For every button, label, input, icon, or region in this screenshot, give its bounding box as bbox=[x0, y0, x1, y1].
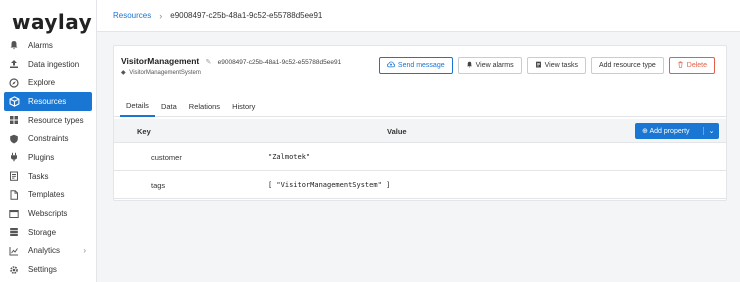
chevron-down-icon[interactable]: ⌄ bbox=[703, 127, 719, 135]
property-value[interactable]: [ "VisitorManagementSystem" ] bbox=[268, 181, 390, 189]
tasks-icon bbox=[535, 61, 542, 70]
grid-icon bbox=[8, 114, 20, 126]
resource-tabs: Details Data Relations History bbox=[114, 95, 726, 117]
add-property-main[interactable]: ⊕ Add property bbox=[635, 127, 703, 135]
sidebar-item-explore[interactable]: Explore bbox=[4, 73, 92, 92]
tab-data[interactable]: Data bbox=[155, 95, 183, 117]
property-value[interactable]: "Zalmotek" bbox=[268, 153, 310, 161]
database-icon bbox=[8, 226, 20, 238]
resource-type-label: VisitorManagementSystem bbox=[129, 70, 201, 76]
breadcrumb-resources-link[interactable]: Resources bbox=[113, 11, 151, 20]
tasks-icon bbox=[8, 170, 20, 182]
sidebar-item-constraints[interactable]: Constraints bbox=[4, 129, 92, 148]
tag-icon: ◆ bbox=[121, 70, 126, 76]
sidebar-item-alarms[interactable]: Alarms bbox=[4, 36, 92, 55]
tab-details[interactable]: Details bbox=[120, 95, 155, 117]
view-alarms-label: View alarms bbox=[475, 62, 514, 69]
property-key: customer bbox=[151, 153, 182, 162]
sidebar-item-settings[interactable]: Settings bbox=[4, 260, 92, 279]
resource-name: VisitorManagement bbox=[121, 56, 200, 66]
chevron-right-icon: › bbox=[159, 10, 163, 21]
chart-icon bbox=[8, 245, 20, 257]
sidebar-item-analytics[interactable]: Analytics › bbox=[4, 242, 92, 261]
sidebar-item-resource-types[interactable]: Resource types bbox=[4, 111, 92, 130]
compass-icon bbox=[8, 77, 20, 89]
resource-header: VisitorManagement ✎ e9008497-c25b-48a1-9… bbox=[121, 56, 342, 76]
sidebar-item-templates[interactable]: Templates bbox=[4, 186, 92, 205]
upload-icon bbox=[8, 58, 20, 70]
sidebar-item-plugins[interactable]: Plugins bbox=[4, 148, 92, 167]
table-row: customer "Zalmotek" bbox=[114, 143, 726, 171]
cloud-upload-icon bbox=[386, 61, 395, 70]
sidebar-nav: Alarms Data ingestion Explore Resources … bbox=[4, 36, 92, 279]
sidebar-item-label: Webscripts bbox=[28, 209, 68, 219]
app-logo[interactable]: waylay bbox=[12, 10, 92, 34]
code-icon bbox=[8, 208, 20, 220]
value-column-header: Value bbox=[387, 127, 407, 136]
view-tasks-button[interactable]: View tasks bbox=[526, 57, 586, 74]
sidebar-item-label: Storage bbox=[28, 227, 57, 237]
sidebar-item-label: Alarms bbox=[28, 40, 53, 50]
send-message-button[interactable]: Send message bbox=[378, 57, 453, 74]
add-resource-type-label: Add resource type bbox=[598, 62, 656, 69]
view-alarms-button[interactable]: View alarms bbox=[457, 57, 522, 74]
sidebar-item-label: Tasks bbox=[28, 171, 49, 181]
sidebar: waylay Alarms Data ingestion Explore Res… bbox=[0, 0, 97, 282]
sidebar-item-label: Analytics bbox=[28, 246, 61, 256]
plus-circle-icon: ⊕ bbox=[642, 128, 648, 135]
view-tasks-label: View tasks bbox=[544, 62, 578, 69]
breadcrumb-current: e9008497-c25b-48a1-9c52-e55788d5ee91 bbox=[170, 11, 323, 20]
bell-icon bbox=[466, 61, 473, 70]
sidebar-item-data-ingestion[interactable]: Data ingestion bbox=[4, 55, 92, 74]
send-message-label: Send message bbox=[397, 62, 445, 69]
breadcrumb: Resources › e9008497-c25b-48a1-9c52-e557… bbox=[97, 0, 740, 32]
key-column-header: Key bbox=[137, 127, 151, 136]
sidebar-item-label: Constraints bbox=[28, 134, 69, 144]
table-row: tags [ "VisitorManagementSystem" ] bbox=[114, 171, 726, 199]
plug-icon bbox=[8, 151, 20, 163]
delete-button[interactable]: Delete bbox=[668, 57, 715, 74]
tab-history[interactable]: History bbox=[226, 95, 261, 117]
property-key: tags bbox=[151, 181, 166, 190]
bell-icon bbox=[8, 39, 20, 51]
delete-label: Delete bbox=[686, 62, 707, 69]
sidebar-item-label: Resources bbox=[28, 96, 67, 106]
add-resource-type-button[interactable]: Add resource type bbox=[590, 57, 664, 74]
sidebar-item-label: Plugins bbox=[28, 152, 55, 162]
cube-icon bbox=[8, 95, 20, 107]
resource-id: e9008497-c25b-48a1-9c52-e55788d5ee91 bbox=[217, 59, 342, 66]
add-property-label: Add property bbox=[649, 128, 690, 135]
resource-card: VisitorManagement ✎ e9008497-c25b-48a1-9… bbox=[113, 45, 727, 201]
edit-icon[interactable]: ✎ bbox=[206, 58, 212, 66]
trash-icon bbox=[677, 61, 684, 70]
properties-table-header: Key Value ⊕ Add property ⌄ bbox=[114, 119, 726, 143]
sidebar-item-resources[interactable]: Resources bbox=[4, 92, 92, 111]
shield-icon bbox=[8, 133, 20, 145]
gear-icon bbox=[8, 264, 20, 276]
sidebar-item-webscripts[interactable]: Webscripts bbox=[4, 204, 92, 223]
tab-relations[interactable]: Relations bbox=[183, 95, 226, 117]
sidebar-item-label: Data ingestion bbox=[28, 59, 80, 69]
properties-table: Key Value ⊕ Add property ⌄ customer "Zal… bbox=[114, 119, 726, 199]
chevron-right-icon: › bbox=[83, 246, 86, 256]
sidebar-item-label: Templates bbox=[28, 190, 65, 200]
template-icon bbox=[8, 189, 20, 201]
resource-actions: Send message View alarms View tasks Add … bbox=[378, 57, 715, 74]
sidebar-item-storage[interactable]: Storage bbox=[4, 223, 92, 242]
sidebar-item-label: Settings bbox=[28, 265, 57, 275]
add-property-button[interactable]: ⊕ Add property ⌄ bbox=[635, 123, 719, 139]
sidebar-item-label: Resource types bbox=[28, 115, 84, 125]
resource-type[interactable]: ◆ VisitorManagementSystem bbox=[121, 69, 201, 76]
sidebar-item-tasks[interactable]: Tasks bbox=[4, 167, 92, 186]
sidebar-item-label: Explore bbox=[28, 78, 56, 88]
